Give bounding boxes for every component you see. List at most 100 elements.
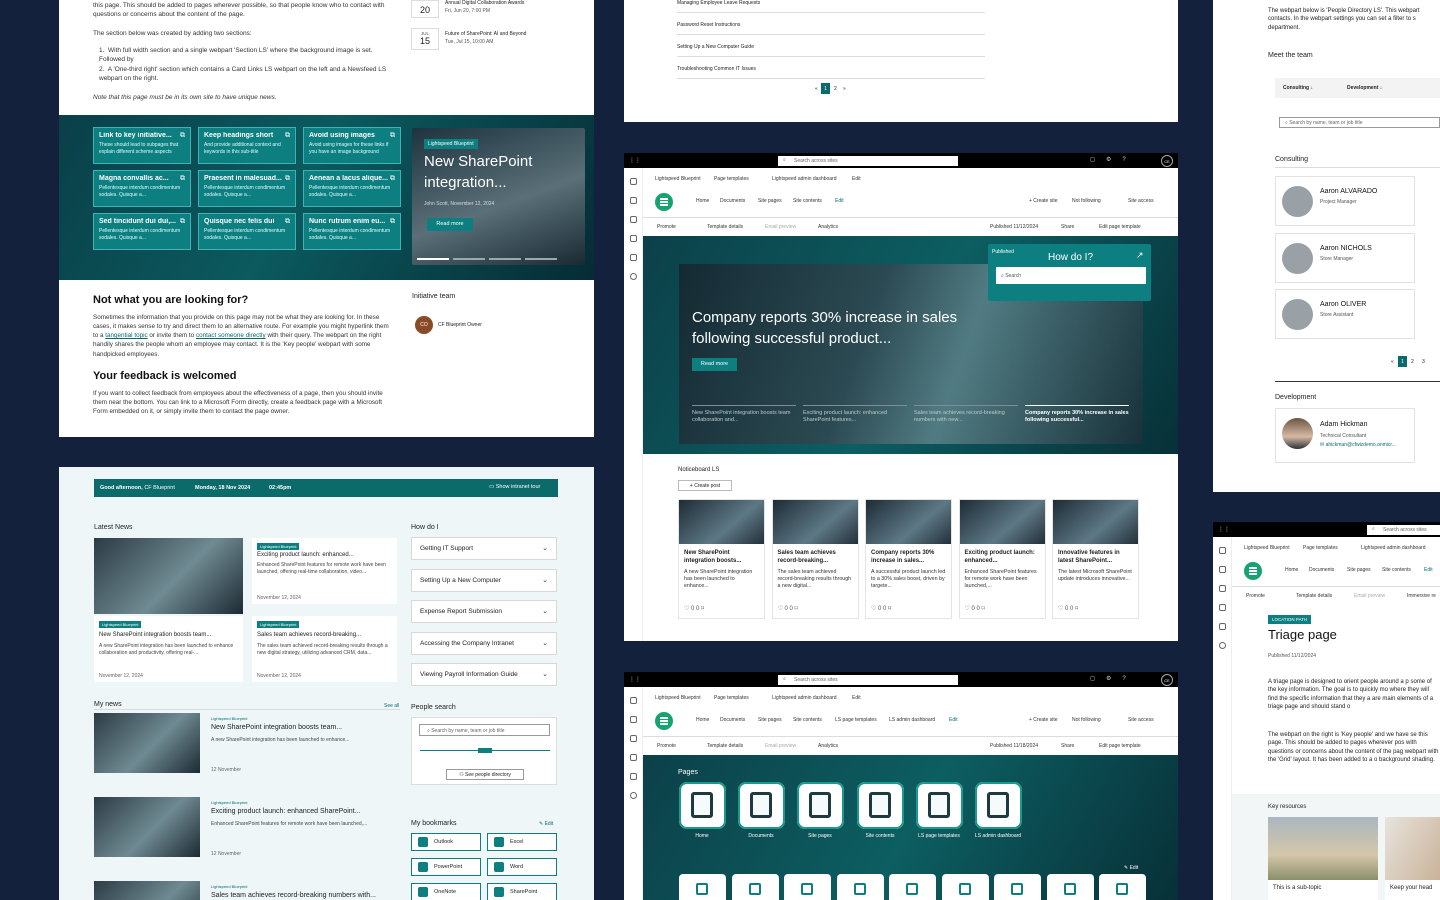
howdoi-item[interactable]: Accessing the Company Intranet ⌄ (411, 631, 557, 655)
admin-dashboard-link[interactable]: Lightspeed admin dashboard (772, 695, 837, 701)
link-item[interactable]: Password Reset Instructions (677, 22, 740, 29)
carousel-item[interactable]: Company reports 30% increase in sales fo… (1025, 410, 1129, 425)
list-icon[interactable] (630, 254, 637, 261)
share-button[interactable]: Share (1061, 224, 1074, 230)
notice-title[interactable]: New SharePoint integration boosts... (679, 544, 764, 565)
tile-title[interactable]: Aenean a lacus alique... (309, 175, 395, 182)
bookmark-excel[interactable]: Excel (487, 833, 557, 851)
event-title-2[interactable]: Future of SharePoint: AI and Beyond (445, 31, 526, 38)
app-tile[interactable] (889, 874, 936, 900)
carousel-indicator[interactable] (489, 258, 521, 260)
app-tile[interactable] (994, 874, 1041, 900)
card-link-tile[interactable]: Praesent in malesuad... Pellentesque inte… (198, 170, 296, 207)
add-icon[interactable] (630, 792, 637, 799)
notice-title[interactable]: Sales team achieves record-breaking... (773, 544, 858, 565)
like-icon[interactable]: ♡ (965, 606, 972, 612)
news-card-3[interactable]: Lightspeed Blueprint Sales team achieves… (252, 616, 397, 682)
resource-title[interactable]: This is a sub-topic (1268, 880, 1378, 896)
suitebar-icons[interactable]: ◻⚙? (1090, 675, 1137, 682)
like-icon[interactable]: ♡ (778, 606, 785, 612)
news-title[interactable]: New SharePoint integration boosts team..… (99, 631, 211, 639)
home-icon[interactable] (630, 697, 637, 704)
tour-button[interactable]: ▭ Show intranet tour (489, 484, 540, 490)
site-nav-item[interactable]: Site contents (1382, 567, 1411, 573)
site-access-button[interactable]: Site access (1128, 717, 1154, 723)
notice-card[interactable]: Company reports 30% increase in sales...… (865, 499, 952, 619)
command-bar-item[interactable]: Promote (657, 743, 676, 749)
add-icon[interactable] (630, 273, 637, 280)
carousel-indicator[interactable] (1025, 405, 1129, 406)
howdoi-search-input[interactable]: ⌕ Search (996, 267, 1146, 284)
command-bar-item[interactable]: Email preview (765, 743, 796, 749)
like-icon[interactable]: ♡ (684, 606, 691, 612)
app-tile[interactable] (1099, 874, 1146, 900)
list-icon[interactable] (1219, 623, 1226, 630)
create-site-button[interactable]: + Create site (1029, 717, 1058, 723)
news-title[interactable]: Exciting product launch: enhanced... (257, 551, 354, 559)
news-title[interactable]: Sales team achieves record-breaking numb… (211, 891, 376, 900)
filter-development[interactable]: Development ↓ (1347, 85, 1382, 92)
site-nav-item[interactable]: Edit (1424, 567, 1433, 573)
bookmark-onenote[interactable]: OneNote (411, 883, 481, 900)
page-1[interactable]: 1 (1398, 356, 1407, 367)
card-link-tile[interactable]: Magna convallis ac... Pellentesque interd… (93, 170, 191, 207)
site-nav-item[interactable]: Edit (949, 717, 958, 723)
globe-icon[interactable] (630, 197, 637, 204)
page-tile-home[interactable] (679, 782, 726, 829)
command-bar-item[interactable]: Promote (1246, 593, 1265, 599)
site-nav-item[interactable]: LS page templates (835, 717, 877, 723)
site-name[interactable]: Lightspeed Blueprint (1244, 545, 1290, 551)
bookmark-sharepoint[interactable]: SharePoint (487, 883, 557, 900)
site-logo[interactable] (655, 712, 673, 730)
notice-reactions[interactable]: ♡ 0 0 ⌑ (1058, 605, 1078, 612)
news-card-1[interactable]: Lightspeed Blueprint Exciting product la… (252, 538, 397, 604)
card-link-tile[interactable]: Sed tincidunt dui dui,... Pellentesque in… (93, 213, 191, 250)
notice-reactions[interactable]: ♡ 0 0 ⌑ (871, 605, 891, 612)
news-title[interactable]: New SharePoint integration boosts team..… (211, 723, 342, 733)
howdoi-item[interactable]: Expense Report Submission ⌄ (411, 600, 557, 623)
bookmark-icon[interactable]: ⌑ (1073, 606, 1078, 612)
newsfeed-card[interactable]: Lightspeed Blueprint New SharePoint inte… (412, 128, 585, 265)
edit-bookmarks-link[interactable]: ✎ Edit (539, 821, 553, 828)
event-title-1[interactable]: Annual Digital Collaboration Awards (445, 0, 524, 7)
command-bar-item[interactable]: Template details (1296, 593, 1332, 599)
news-image[interactable] (94, 713, 200, 773)
card-link-tile[interactable]: Avoid using images Avoid using images for… (303, 127, 401, 164)
follow-button[interactable]: Not following (1072, 198, 1101, 204)
command-bar-item[interactable]: Immersive re (1407, 593, 1436, 599)
app-tile[interactable] (941, 874, 989, 900)
page-tile-site-pages[interactable] (797, 782, 844, 829)
notice-card[interactable]: Sales team achieves record-breaking... Th… (771, 499, 859, 619)
link-item[interactable]: Troubleshooting Common IT Issues (677, 66, 756, 73)
person-name[interactable]: Aaron OLIVER (1320, 301, 1366, 308)
card-link-tile[interactable]: Link to key initiative... These should le… (93, 127, 191, 164)
carousel-item[interactable]: Exciting product launch: enhanced ShareP… (803, 410, 907, 425)
site-nav-item[interactable]: Site contents (793, 198, 822, 204)
carousel-item[interactable]: New SharePoint integration boosts team c… (692, 410, 796, 425)
user-avatar[interactable]: CE (1161, 674, 1173, 686)
page-last[interactable]: » (843, 86, 846, 93)
app-launcher-icon[interactable]: ⋮⋮ (629, 676, 641, 683)
notice-card[interactable]: Innovative features in latest SharePoint… (1052, 499, 1139, 619)
bookmark-icon[interactable]: ⌑ (886, 606, 891, 612)
app-tile[interactable] (679, 874, 726, 900)
page-tile-documents[interactable] (738, 782, 785, 829)
page-1[interactable]: 1 (821, 83, 830, 94)
app-tile[interactable] (731, 874, 779, 900)
tile-title[interactable]: Keep headings short (204, 132, 290, 139)
share-button[interactable]: Share (1061, 743, 1074, 749)
owner-avatar[interactable]: CO (415, 316, 433, 334)
edit-link[interactable]: ✎ Edit (1124, 865, 1138, 872)
file-icon[interactable] (630, 235, 637, 242)
site-access-button[interactable]: Site access (1128, 198, 1154, 204)
site-nav-item[interactable]: Home (1285, 567, 1298, 573)
site-nav-item[interactable]: Home (696, 717, 709, 723)
person-name[interactable]: Adam Hickman (1320, 421, 1367, 428)
site-nav-item[interactable]: LS admin dashboard (889, 717, 935, 723)
page-tile-ls-admin-dashboard[interactable] (975, 782, 1022, 829)
site-name[interactable]: Lightspeed Blueprint (655, 176, 701, 182)
tile-title[interactable]: Sed tincidunt dui dui,... (99, 218, 185, 225)
tile-title[interactable]: Avoid using images (309, 132, 395, 139)
carousel-indicator[interactable] (417, 258, 449, 260)
news-card-2[interactable]: Lightspeed Blueprint New SharePoint inte… (94, 616, 243, 682)
